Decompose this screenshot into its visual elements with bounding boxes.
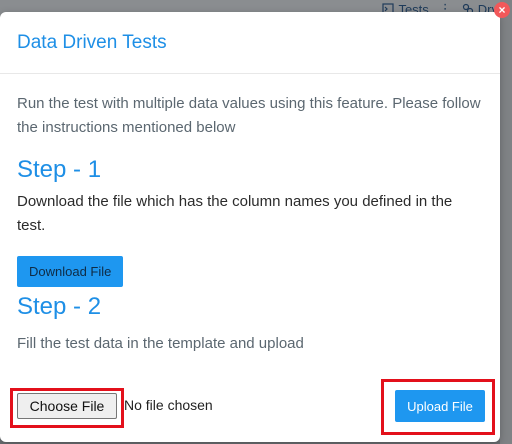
close-icon[interactable]: ×	[494, 2, 510, 18]
modal-body: Run the test with multiple data values u…	[0, 74, 500, 352]
choose-file-button[interactable]: Choose File	[17, 393, 117, 419]
step-2-title: Step - 2	[17, 293, 102, 320]
step-2-description: Fill the test data in the template and u…	[17, 335, 304, 352]
step-1-description: Download the file which has the column n…	[17, 193, 453, 234]
upload-file-button[interactable]: Upload File	[395, 390, 485, 422]
app-background-sidebar	[500, 0, 512, 444]
data-driven-tests-modal: Data Driven Tests Run the test with mult…	[0, 12, 500, 442]
download-file-button[interactable]: Download File	[17, 256, 124, 287]
modal-title: Data Driven Tests	[17, 31, 167, 53]
step-1-title: Step - 1	[17, 156, 102, 183]
intro-text: Run the test with multiple data values u…	[17, 95, 481, 136]
modal-header: Data Driven Tests	[0, 12, 500, 74]
file-status-text: No file chosen	[124, 397, 213, 413]
